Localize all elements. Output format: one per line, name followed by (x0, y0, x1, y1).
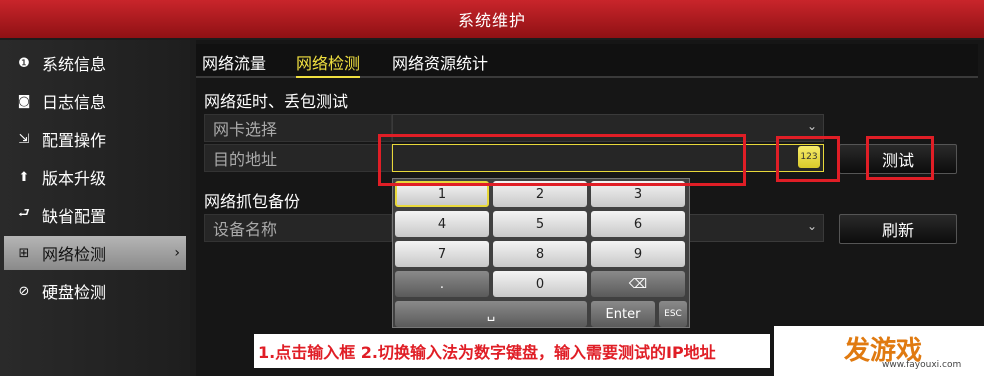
dest-address-label: 目的地址 (204, 144, 392, 172)
sidebar: ❶ 系统信息 ◙ 日志信息 ⇲ 配置操作 ⬆ 版本升级 ⮐ 缺省配置 ⊞ 网络检… (0, 40, 190, 376)
sidebar-item-label: 缺省配置 (42, 207, 107, 226)
space-icon: ␣ (486, 306, 496, 322)
annotation-box-input (378, 134, 746, 186)
key-0[interactable]: 0 (493, 271, 587, 297)
window-title: 系统维护 (0, 0, 984, 38)
sidebar-item-label: 系统信息 (42, 55, 107, 74)
latency-section-title: 网络延时、丢包测试 (204, 92, 349, 111)
key-7[interactable]: 7 (395, 241, 489, 267)
enter-key[interactable]: Enter (591, 301, 655, 327)
chevron-down-icon: ⌄ (806, 119, 817, 133)
annotation-box-test-button (866, 136, 934, 180)
config-icon: ⇲ (18, 131, 30, 147)
default-icon: ⮐ (18, 206, 30, 221)
tab-bar: 网络流量 网络检测 网络资源统计 (196, 44, 978, 78)
refresh-button[interactable]: 刷新 (839, 214, 957, 244)
sidebar-item-default[interactable]: ⮐ 缺省配置 (4, 198, 186, 232)
tab-network-traffic[interactable]: 网络流量 (202, 50, 266, 74)
watermark-url: www.fayouxi.com (882, 360, 962, 370)
key-dot[interactable]: . (395, 271, 489, 297)
nic-select-label: 网卡选择 (204, 114, 392, 142)
sidebar-item-config[interactable]: ⇲ 配置操作 (4, 122, 186, 156)
capture-section-title: 网络抓包备份 (204, 192, 301, 211)
annotation-box-keyboard-switch (776, 136, 840, 182)
key-8[interactable]: 8 (493, 241, 587, 267)
sidebar-item-upgrade[interactable]: ⬆ 版本升级 (4, 160, 186, 194)
tab-network-check[interactable]: 网络检测 (296, 50, 361, 78)
esc-key[interactable]: ESC (659, 301, 687, 327)
key-6[interactable]: 6 (591, 211, 685, 237)
backspace-icon: ⌫ (628, 276, 648, 292)
instruction-annotation: 1.点击输入框 2.切换输入法为数字键盘，输入需要测试的IP地址 (254, 334, 770, 368)
chevron-right-icon: › (174, 245, 180, 261)
device-name-label: 设备名称 (204, 214, 392, 242)
space-key[interactable]: ␣ (395, 301, 587, 327)
tab-network-resources[interactable]: 网络资源统计 (392, 50, 488, 74)
backspace-key[interactable]: ⌫ (591, 271, 685, 297)
sidebar-item-label: 版本升级 (42, 169, 107, 188)
numeric-keypad: 1 2 3 4 5 6 7 8 9 . 0 ⌫ ␣ Enter ESC (392, 178, 690, 328)
upgrade-icon: ⬆ (18, 169, 30, 185)
sidebar-item-system-info[interactable]: ❶ 系统信息 (4, 46, 186, 80)
disk-icon: ⊘ (18, 283, 30, 299)
network-icon: ⊞ (18, 245, 30, 261)
sidebar-item-label: 网络检测 (42, 245, 107, 264)
sidebar-item-network-check[interactable]: ⊞ 网络检测 › (4, 236, 186, 270)
key-5[interactable]: 5 (493, 211, 587, 237)
key-4[interactable]: 4 (395, 211, 489, 237)
watermark-logo: 发游戏 www.fayouxi.com (774, 326, 984, 376)
sidebar-item-log-info[interactable]: ◙ 日志信息 (4, 84, 186, 118)
sidebar-item-label: 配置操作 (42, 131, 107, 150)
sidebar-item-disk-check[interactable]: ⊘ 硬盘检测 (4, 274, 186, 308)
sidebar-item-label: 硬盘检测 (42, 283, 107, 302)
info-icon: ❶ (18, 55, 30, 71)
key-9[interactable]: 9 (591, 241, 685, 267)
log-search-icon: ◙ (17, 93, 31, 109)
sidebar-item-label: 日志信息 (42, 93, 107, 112)
chevron-down-icon: ⌄ (806, 219, 817, 233)
